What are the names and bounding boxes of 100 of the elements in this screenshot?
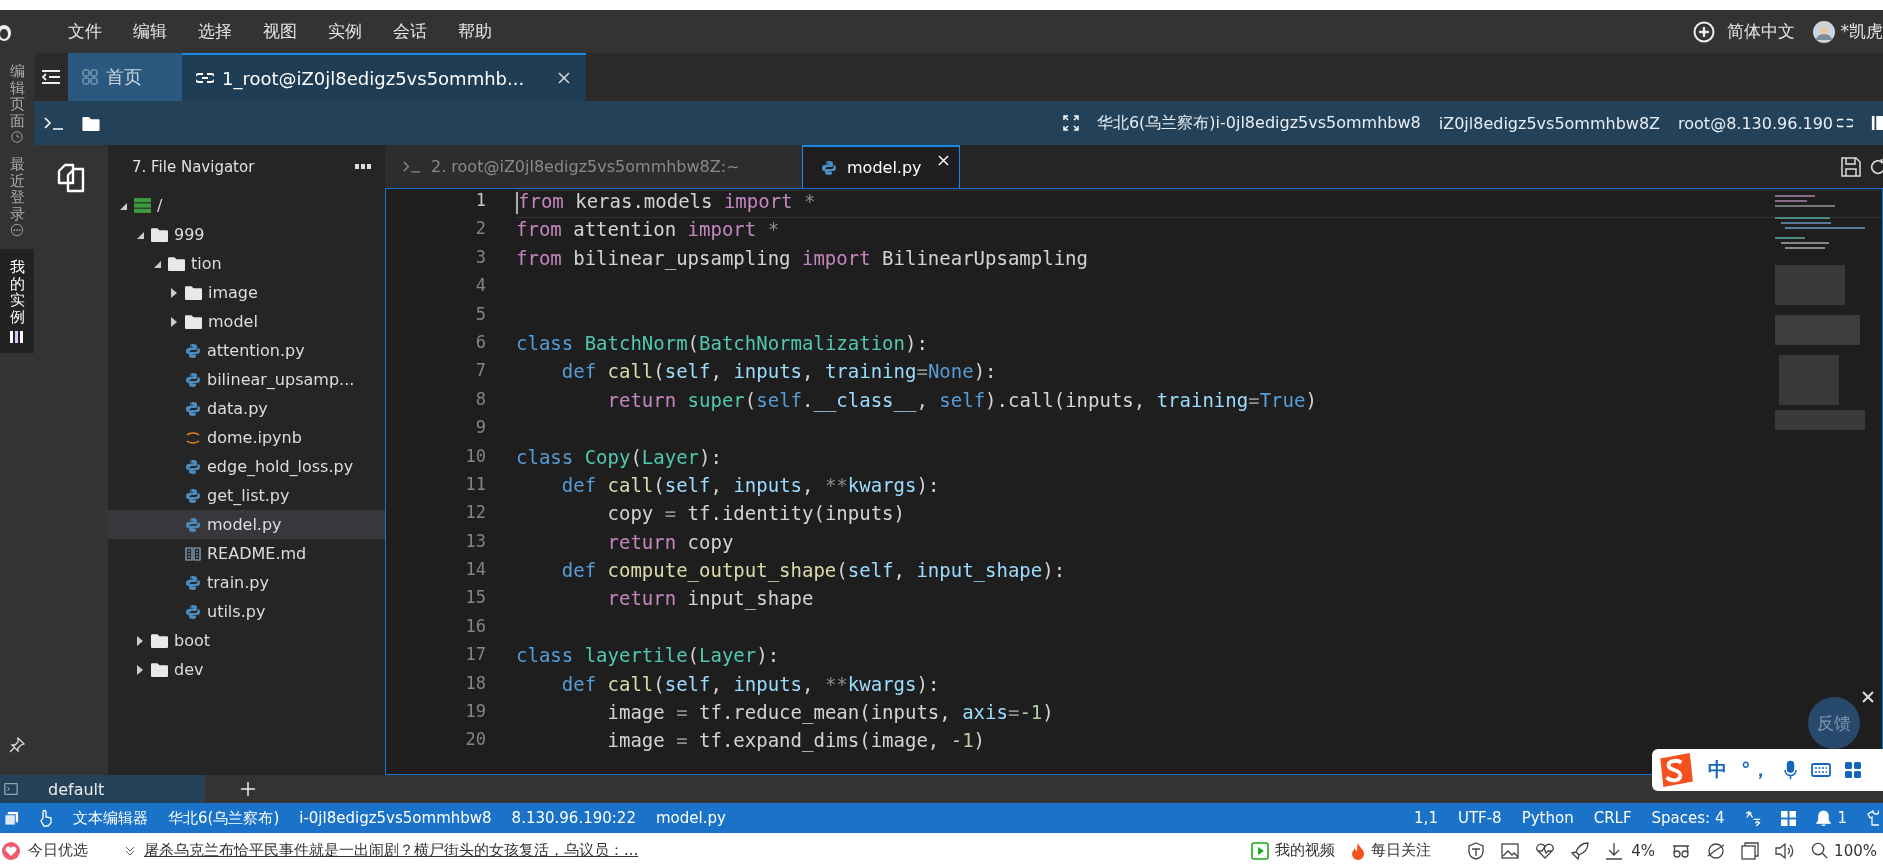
file-name[interactable]: bilinear_upsamp...	[207, 370, 355, 389]
collapsed-triangle-icon[interactable]	[135, 664, 145, 675]
pin-icon[interactable]	[9, 737, 25, 753]
translate-icon[interactable]	[1744, 809, 1762, 827]
user-name[interactable]: *凯虎	[1840, 20, 1883, 43]
status-item[interactable]: Spaces: 4	[1651, 809, 1725, 827]
speaker-icon[interactable]	[1775, 841, 1796, 860]
rocket-icon[interactable]	[1571, 841, 1590, 860]
status-item[interactable]: 华北6(乌兰察布)	[168, 808, 280, 828]
shield-icon[interactable]	[1467, 841, 1486, 860]
terminal-icon[interactable]	[44, 116, 64, 130]
daily-pick[interactable]: 今日优选	[28, 841, 88, 860]
tab[interactable]: 1_root@iZ0jl8edigz5vs5ommhb...	[182, 53, 587, 101]
menu-item[interactable]: 编辑	[133, 20, 167, 43]
refresh-icon[interactable]	[1869, 156, 1883, 177]
more-icon[interactable]	[355, 164, 371, 169]
heartbeat-icon[interactable]	[1535, 841, 1556, 860]
menu-item[interactable]: 实例	[328, 20, 362, 43]
download-icon[interactable]	[1605, 841, 1624, 860]
python-icon	[185, 574, 201, 591]
line-number: 10	[464, 445, 486, 468]
daily-follow[interactable]: 每日关注	[1371, 841, 1432, 860]
status-item[interactable]: UTF-8	[1457, 809, 1502, 827]
fullscreen-icon[interactable]	[1062, 115, 1079, 131]
copy-icon[interactable]	[4, 810, 19, 826]
line-number: 13	[464, 530, 486, 553]
close-icon[interactable]	[1862, 691, 1874, 703]
bell-icon[interactable]	[1816, 809, 1832, 827]
menu-item[interactable]: 选择	[198, 20, 232, 43]
python-icon	[185, 371, 201, 388]
editor-tab[interactable]: model.py	[802, 145, 960, 188]
file-name[interactable]: 999	[174, 225, 205, 244]
file-name[interactable]: edge_hold_loss.py	[207, 457, 354, 476]
glasses-icon[interactable]	[1671, 842, 1692, 859]
microphone-icon[interactable]	[1783, 760, 1797, 780]
keyboard-icon[interactable]	[1810, 763, 1831, 777]
copy-files-icon[interactable]	[56, 163, 86, 193]
status-item[interactable]: i-0jl8edigz5vs5ommhbw8	[299, 809, 492, 827]
image-icon[interactable]	[1501, 841, 1520, 860]
file-name[interactable]: train.py	[207, 573, 269, 592]
line-number: 11	[464, 473, 486, 496]
collapsed-triangle-icon[interactable]	[169, 287, 179, 298]
file-name[interactable]: boot	[174, 631, 210, 650]
add-icon[interactable]	[241, 782, 255, 796]
collapsed-triangle-icon[interactable]	[169, 316, 179, 327]
line-number: 3	[474, 246, 486, 269]
line-number: 7	[474, 360, 486, 383]
editor-tab[interactable]: 2. root@iZ0jl8edigz5vs5ommhbw8Z:~	[385, 145, 802, 188]
flame-icon[interactable]	[1351, 841, 1366, 860]
folder-icon[interactable]	[82, 115, 100, 131]
status-item[interactable]: CRLF	[1593, 809, 1632, 827]
layout-icon[interactable]	[1781, 810, 1797, 826]
menu-item[interactable]: 帮助	[458, 20, 492, 43]
file-name[interactable]: README.md	[207, 544, 307, 563]
save-icon[interactable]	[1841, 156, 1861, 177]
collapsed-triangle-icon[interactable]	[135, 635, 145, 646]
input-mode[interactable]: 中	[1708, 757, 1727, 783]
menu-item[interactable]: 会话	[393, 20, 427, 43]
chevron-down-icon[interactable]	[124, 844, 136, 857]
status-item[interactable]: model.py	[655, 809, 726, 827]
my-videos[interactable]: 我的视频	[1275, 841, 1336, 860]
collapse-menu-icon[interactable]	[41, 69, 61, 85]
file-name[interactable]: get_list.py	[207, 486, 290, 505]
python-icon	[185, 400, 201, 417]
status-item[interactable]: Python	[1521, 809, 1574, 827]
file-name[interactable]: attention.py	[207, 341, 305, 360]
close-icon[interactable]	[558, 72, 571, 84]
link-icon[interactable]	[1837, 118, 1853, 128]
news-link[interactable]: 屠杀乌克兰布恰平民事件就是一出闹剧？横尸街头的女孩复活，乌议员：...	[144, 841, 639, 860]
punctuation-mode[interactable]: °，	[1741, 757, 1770, 783]
zoom-level[interactable]: 100%	[1834, 841, 1877, 860]
file-name[interactable]: /	[157, 196, 163, 215]
file-name[interactable]: image	[208, 283, 258, 302]
play-icon[interactable]	[1251, 841, 1270, 860]
language-selector[interactable]: 简体中文	[1726, 20, 1795, 43]
menu-item[interactable]: 视图	[263, 20, 297, 43]
file-name[interactable]: model.py	[207, 515, 282, 534]
code-line: class Copy(Layer):	[516, 445, 722, 468]
side-tab[interactable]: 编辑页面	[9, 63, 25, 129]
tab[interactable]: 首页	[68, 53, 182, 101]
side-tab[interactable]: 最近登录	[9, 156, 25, 222]
file-name[interactable]: tion	[191, 254, 222, 273]
add-icon[interactable]	[1692, 20, 1715, 43]
terminal-tab[interactable]: default	[0, 775, 205, 803]
menu-item[interactable]: 文件	[68, 20, 102, 43]
grid-icon[interactable]	[1844, 762, 1861, 778]
file-name[interactable]: utils.py	[207, 602, 266, 621]
hand-icon[interactable]	[39, 809, 53, 827]
notification-count[interactable]: 1	[1837, 809, 1847, 827]
window-icon[interactable]	[1741, 841, 1760, 860]
file-name[interactable]: dev	[174, 660, 204, 679]
status-item[interactable]: 8.130.96.190:22	[511, 809, 636, 827]
link-icon	[196, 73, 214, 83]
status-item[interactable]: 文本编辑器	[73, 808, 148, 828]
status-item[interactable]: 1,1	[1414, 809, 1438, 827]
file-name[interactable]: model	[208, 312, 258, 331]
file-name[interactable]: data.py	[207, 399, 268, 418]
avatar-icon[interactable]	[1812, 20, 1835, 43]
file-name[interactable]: dome.ipynb	[207, 428, 302, 447]
search-icon[interactable]	[1811, 842, 1829, 859]
